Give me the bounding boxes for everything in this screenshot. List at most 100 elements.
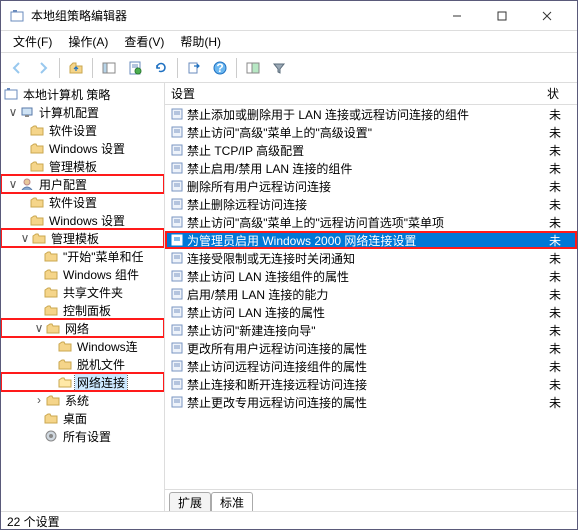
tree-item[interactable]: 软件设置 (1, 193, 164, 211)
close-button[interactable] (524, 1, 569, 30)
list-row-text: 禁止添加或删除用于 LAN 连接或远程访问连接的组件 (187, 106, 549, 123)
col-state[interactable]: 状 (547, 85, 571, 102)
list-row-text: 禁止访问 LAN 连接的属性 (187, 304, 549, 321)
tree-item[interactable]: "开始"菜单和任 (1, 247, 164, 265)
policy-item-icon (169, 107, 185, 121)
list-row[interactable]: 禁止访问"高级"菜单上的"远程访问首选项"菜单项未 (165, 213, 577, 231)
policy-item-icon (169, 323, 185, 337)
list-row-text: 为管理员启用 Windows 2000 网络连接设置 (187, 232, 549, 249)
collapse-icon[interactable]: ∨ (33, 321, 45, 335)
collapse-icon[interactable]: ∨ (19, 231, 31, 245)
list-row[interactable]: 禁止访问"高级"菜单上的"高级设置"未 (165, 123, 577, 141)
list-row[interactable]: 连接受限制或无连接时关闭通知未 (165, 249, 577, 267)
menu-action[interactable]: 操作(A) (60, 31, 116, 52)
list-body[interactable]: 禁止添加或删除用于 LAN 连接或远程访问连接的组件未禁止访问"高级"菜单上的"… (165, 105, 577, 489)
tree-admin-templates[interactable]: ∨ 管理模板 (1, 229, 164, 247)
list-row-state: 未 (549, 178, 573, 195)
tree-item[interactable]: Windows 组件 (1, 265, 164, 283)
list-row-state: 未 (549, 376, 573, 393)
list-row[interactable]: 禁止启用/禁用 LAN 连接的组件未 (165, 159, 577, 177)
list-row[interactable]: 启用/禁用 LAN 连接的能力未 (165, 285, 577, 303)
tree-item[interactable]: Windows 设置 (1, 139, 164, 157)
list-row-text: 禁止启用/禁用 LAN 连接的组件 (187, 160, 549, 177)
policy-item-icon (169, 125, 185, 139)
tree-item[interactable]: 脱机文件 (1, 355, 164, 373)
list-row[interactable]: 禁止访问"新建连接向导"未 (165, 321, 577, 339)
help-button[interactable]: ? (208, 56, 232, 80)
policy-item-icon (169, 269, 185, 283)
status-count: 22 个设置 (7, 513, 60, 530)
tree-network[interactable]: ∨ 网络 (1, 319, 164, 337)
collapse-icon[interactable]: ∨ (7, 177, 19, 191)
tree-network-conn[interactable]: 网络连接 (1, 373, 164, 391)
expand-icon[interactable]: › (33, 393, 45, 407)
list-row[interactable]: 禁止添加或删除用于 LAN 连接或远程访问连接的组件未 (165, 105, 577, 123)
titlebar: 本地组策略编辑器 (1, 1, 577, 31)
list-row-state: 未 (549, 232, 573, 249)
list-row[interactable]: 禁止连接和断开连接远程访问连接未 (165, 375, 577, 393)
list-row[interactable]: 禁止更改专用远程访问连接的属性未 (165, 393, 577, 411)
tree-item[interactable]: Windows 设置 (1, 211, 164, 229)
tree-item[interactable]: 共享文件夹 (1, 283, 164, 301)
tree-item[interactable]: 桌面 (1, 409, 164, 427)
tree-pane[interactable]: 本地计算机 策略 ∨ 计算机配置 软件设置 Windows 设置 管理模板 ∨ … (1, 83, 165, 511)
minimize-button[interactable] (434, 1, 479, 30)
tree-item[interactable]: 管理模板 (1, 157, 164, 175)
menubar: 文件(F) 操作(A) 查看(V) 帮助(H) (1, 31, 577, 53)
list-row[interactable]: 禁止 TCP/IP 高级配置未 (165, 141, 577, 159)
menu-view[interactable]: 查看(V) (116, 31, 172, 52)
refresh-button[interactable] (149, 56, 173, 80)
tree-item[interactable]: ›系统 (1, 391, 164, 409)
policy-item-icon (169, 341, 185, 355)
list-row-text: 禁止连接和断开连接远程访问连接 (187, 376, 549, 393)
list-row-text: 禁止访问远程访问连接组件的属性 (187, 358, 549, 375)
list-row[interactable]: 禁止访问 LAN 连接组件的属性未 (165, 267, 577, 285)
tree-item[interactable]: 所有设置 (1, 427, 164, 445)
filter-button[interactable] (267, 56, 291, 80)
tree-item[interactable]: 软件设置 (1, 121, 164, 139)
collapse-icon[interactable]: ∨ (7, 105, 19, 119)
list-row-state: 未 (549, 358, 573, 375)
folder-icon (43, 285, 59, 299)
menu-file[interactable]: 文件(F) (5, 31, 60, 52)
up-button[interactable] (64, 56, 88, 80)
tree-user-config[interactable]: ∨ 用户配置 (1, 175, 164, 193)
policy-item-icon (169, 233, 185, 247)
list-row-state: 未 (549, 304, 573, 321)
tab-extended[interactable]: 扩展 (169, 492, 211, 511)
folder-icon (29, 123, 45, 137)
tree-root[interactable]: 本地计算机 策略 (1, 85, 164, 103)
tree-item[interactable]: Windows连 (1, 337, 164, 355)
list-row-state: 未 (549, 394, 573, 411)
policy-item-icon (169, 287, 185, 301)
folder-icon (43, 267, 59, 281)
list-row-text: 连接受限制或无连接时关闭通知 (187, 250, 549, 267)
filter-options-button[interactable] (241, 56, 265, 80)
list-row[interactable]: 更改所有用户远程访问连接的属性未 (165, 339, 577, 357)
forward-button[interactable] (31, 56, 55, 80)
list-row-text: 删除所有用户远程访问连接 (187, 178, 549, 195)
tree-item[interactable]: 控制面板 (1, 301, 164, 319)
list-row[interactable]: 禁止访问 LAN 连接的属性未 (165, 303, 577, 321)
policy-icon (3, 87, 19, 101)
tree-computer-config[interactable]: ∨ 计算机配置 (1, 103, 164, 121)
list-row[interactable]: 为管理员启用 Windows 2000 网络连接设置未 (165, 231, 577, 249)
folder-icon (57, 357, 73, 371)
show-hide-tree-button[interactable] (97, 56, 121, 80)
col-setting[interactable]: 设置 (171, 85, 547, 102)
menu-help[interactable]: 帮助(H) (172, 31, 229, 52)
list-row-text: 禁止访问"高级"菜单上的"远程访问首选项"菜单项 (187, 214, 549, 231)
list-row[interactable]: 禁止访问远程访问连接组件的属性未 (165, 357, 577, 375)
back-button[interactable] (5, 56, 29, 80)
separator (59, 58, 60, 78)
properties-button[interactable] (123, 56, 147, 80)
list-row[interactable]: 禁止删除远程访问连接未 (165, 195, 577, 213)
folder-icon (45, 393, 61, 407)
list-row-text: 禁止访问 LAN 连接组件的属性 (187, 268, 549, 285)
maximize-button[interactable] (479, 1, 524, 30)
folder-icon (43, 411, 59, 425)
export-button[interactable] (182, 56, 206, 80)
tab-standard[interactable]: 标准 (211, 492, 253, 511)
list-row[interactable]: 删除所有用户远程访问连接未 (165, 177, 577, 195)
list-header[interactable]: 设置 状 (165, 83, 577, 105)
